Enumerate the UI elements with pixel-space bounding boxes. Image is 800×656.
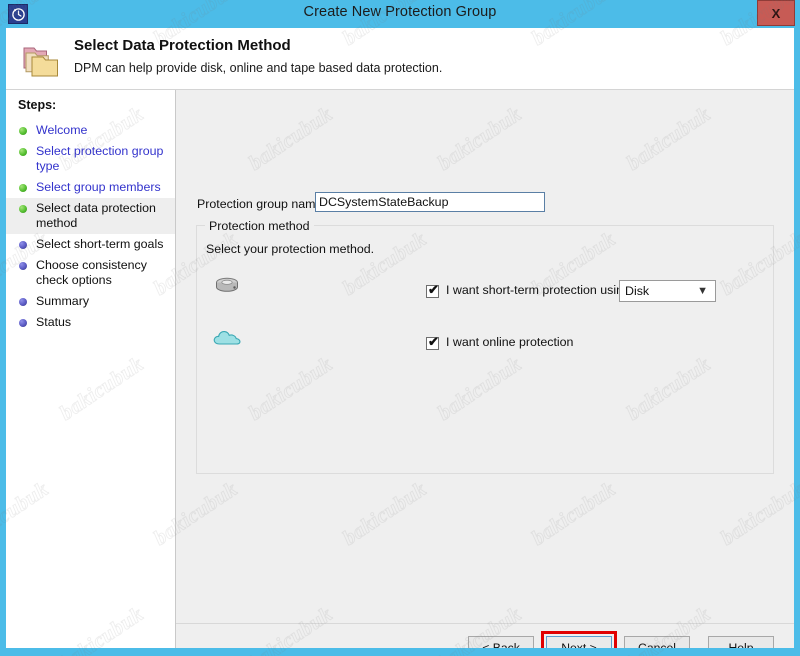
- content-pane: Protection group name: Protection method…: [176, 90, 794, 648]
- short-term-protection-checkbox[interactable]: ✔: [426, 282, 439, 298]
- back-button[interactable]: < Back: [468, 636, 534, 648]
- sidebar-step-label[interactable]: Select protection group type: [36, 144, 167, 174]
- window-title: Create New Protection Group: [303, 4, 497, 20]
- protection-method-groupbox: [196, 225, 774, 474]
- folders-icon: [20, 42, 62, 80]
- chevron-down-icon: ▼: [697, 285, 708, 297]
- check-icon: ✔: [428, 282, 439, 297]
- sidebar-step-label[interactable]: Select group members: [36, 180, 167, 195]
- step-bullet-icon: [19, 298, 27, 306]
- sidebar-step-select-protection-group-type[interactable]: Select protection group type: [6, 141, 175, 177]
- close-button[interactable]: X: [757, 0, 795, 26]
- short-term-media-select[interactable]: Disk ▼: [619, 280, 716, 302]
- steps-list: Welcome Select protection group type Selec…: [6, 120, 175, 333]
- online-protection-label: I want online protection: [446, 335, 574, 349]
- sidebar-step-label: Select data protection method: [36, 201, 156, 230]
- sidebar-step-label[interactable]: Welcome: [36, 123, 167, 138]
- hard-disk-icon: [212, 275, 242, 299]
- page-title: Select Data Protection Method: [74, 37, 291, 54]
- short-term-media-value: Disk: [625, 284, 650, 298]
- sidebar-step-select-group-members[interactable]: Select group members: [6, 177, 175, 198]
- title-bar: Create New Protection Group X: [0, 0, 800, 28]
- check-icon: ✔: [428, 334, 439, 349]
- step-bullet-icon: [19, 205, 27, 213]
- cancel-button[interactable]: Cancel: [624, 636, 690, 648]
- protection-group-name-label: Protection group name:: [197, 197, 326, 211]
- page-header: Select Data Protection Method DPM can he…: [6, 28, 794, 90]
- sidebar-step-choose-consistency-check-options: Choose consistency check options: [6, 255, 175, 291]
- protection-method-groupbox-title: Protection method: [205, 219, 314, 233]
- dialog-body: Select Data Protection Method DPM can he…: [6, 28, 794, 648]
- step-bullet-icon: [19, 241, 27, 249]
- sidebar-step-label: Select short-term goals: [36, 237, 164, 251]
- step-bullet-icon: [19, 262, 27, 270]
- sidebar-step-label: Summary: [36, 294, 90, 308]
- step-bullet-icon: [19, 127, 27, 135]
- sidebar-step-welcome[interactable]: Welcome: [6, 120, 175, 141]
- short-term-protection-label: I want short-term protection using:: [446, 283, 634, 297]
- steps-heading: Steps:: [18, 98, 57, 112]
- cloud-icon: [212, 327, 242, 351]
- sidebar-step-status: Status: [6, 312, 175, 333]
- protection-group-name-input[interactable]: [315, 192, 545, 212]
- sidebar-step-select-short-term-goals: Select short-term goals: [6, 234, 175, 255]
- sidebar-step-label: Status: [36, 315, 72, 329]
- step-bullet-icon: [19, 319, 27, 327]
- steps-sidebar: Steps: Welcome Select protection group ty…: [6, 90, 176, 648]
- page-subtitle: DPM can help provide disk, online and ta…: [74, 61, 443, 75]
- help-button[interactable]: Help: [708, 636, 774, 648]
- protection-method-instruction: Select your protection method.: [206, 242, 375, 256]
- sidebar-step-summary: Summary: [6, 291, 175, 312]
- step-bullet-icon: [19, 148, 27, 156]
- sidebar-step-select-data-protection-method: Select data protection method: [6, 198, 175, 234]
- next-button[interactable]: Next >: [546, 636, 612, 648]
- sidebar-step-label: Choose consistency check options: [36, 258, 147, 287]
- application-window: Create New Protection Group X Select Dat…: [0, 0, 800, 656]
- online-protection-checkbox[interactable]: ✔: [426, 334, 439, 350]
- step-bullet-icon: [19, 184, 27, 192]
